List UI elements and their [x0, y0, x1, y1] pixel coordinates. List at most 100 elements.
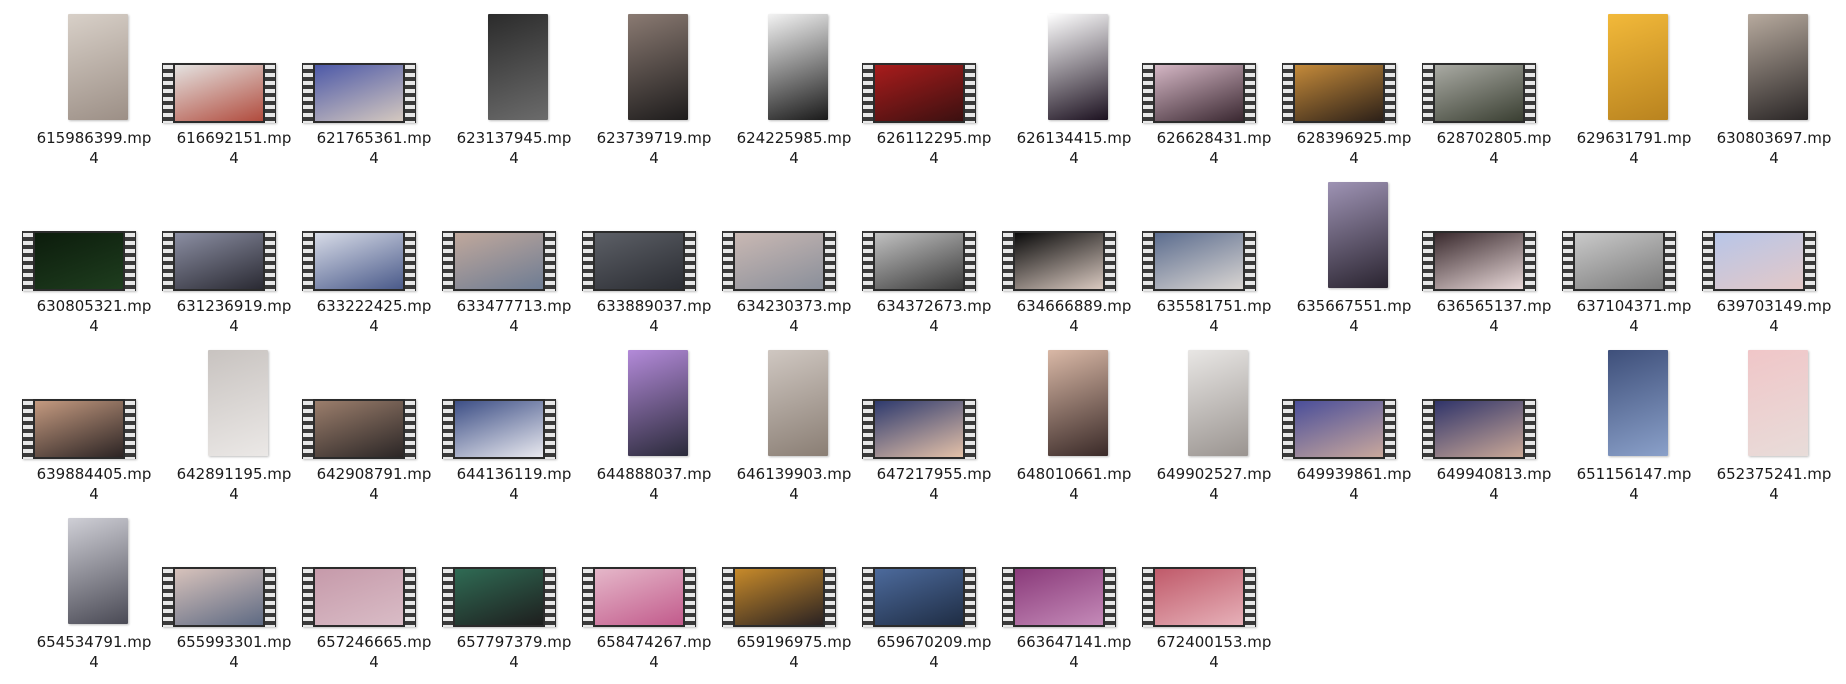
- file-item[interactable]: 623739719.mp 4: [584, 12, 724, 180]
- file-item[interactable]: 659196975.mp 4: [722, 516, 864, 684]
- file-item[interactable]: 634230373.mp 4: [722, 180, 864, 348]
- video-thumbnail[interactable]: [1284, 180, 1424, 292]
- file-item[interactable]: 629631791.mp 4: [1564, 12, 1704, 180]
- video-thumbnail[interactable]: [1144, 348, 1284, 460]
- file-item[interactable]: 623137945.mp 4: [444, 12, 584, 180]
- video-thumbnail[interactable]: [302, 516, 444, 628]
- file-item[interactable]: 635581751.mp 4: [1142, 180, 1284, 348]
- video-frame-image: [35, 401, 123, 457]
- file-item[interactable]: 657246665.mp 4: [302, 516, 444, 684]
- file-item[interactable]: 624225985.mp 4: [724, 12, 864, 180]
- file-item[interactable]: 631236919.mp 4: [162, 180, 304, 348]
- file-item[interactable]: 654534791.mp 4: [24, 516, 164, 684]
- video-thumbnail[interactable]: [302, 180, 444, 292]
- video-thumbnail[interactable]: [1004, 12, 1144, 124]
- file-item[interactable]: 626134415.mp 4: [1004, 12, 1144, 180]
- file-item[interactable]: 657797379.mp 4: [442, 516, 584, 684]
- video-thumbnail[interactable]: [1002, 516, 1144, 628]
- video-thumbnail[interactable]: [862, 12, 1004, 124]
- video-thumbnail[interactable]: [1702, 180, 1844, 292]
- video-thumbnail[interactable]: [722, 516, 864, 628]
- video-thumbnail[interactable]: [1422, 12, 1564, 124]
- video-thumbnail[interactable]: [442, 180, 584, 292]
- video-thumbnail[interactable]: [862, 180, 1004, 292]
- video-thumbnail[interactable]: [24, 12, 164, 124]
- video-thumbnail[interactable]: [1704, 348, 1844, 460]
- file-item[interactable]: 616692151.mp 4: [162, 12, 304, 180]
- file-item[interactable]: 672400153.mp 4: [1142, 516, 1284, 684]
- video-frame-image: [1435, 233, 1523, 289]
- video-thumbnail[interactable]: [22, 348, 164, 460]
- video-thumbnail[interactable]: [1422, 180, 1564, 292]
- file-item[interactable]: 626628431.mp 4: [1142, 12, 1284, 180]
- file-item[interactable]: 647217955.mp 4: [862, 348, 1004, 516]
- video-thumbnail[interactable]: [442, 516, 584, 628]
- file-item[interactable]: 633477713.mp 4: [442, 180, 584, 348]
- file-item[interactable]: 621765361.mp 4: [302, 12, 444, 180]
- file-item[interactable]: 639884405.mp 4: [22, 348, 164, 516]
- video-thumbnail[interactable]: [442, 348, 584, 460]
- file-item[interactable]: 628396925.mp 4: [1282, 12, 1424, 180]
- film-perforation-right: [1245, 231, 1255, 291]
- video-thumbnail[interactable]: [1002, 180, 1144, 292]
- file-item[interactable]: 651156147.mp 4: [1564, 348, 1704, 516]
- file-item[interactable]: 628702805.mp 4: [1422, 12, 1564, 180]
- video-thumbnail[interactable]: [1564, 348, 1704, 460]
- file-item[interactable]: 649902527.mp 4: [1144, 348, 1284, 516]
- video-thumbnail[interactable]: [584, 12, 724, 124]
- video-thumbnail[interactable]: [1282, 348, 1424, 460]
- video-thumbnail[interactable]: [162, 516, 304, 628]
- file-item[interactable]: 626112295.mp 4: [862, 12, 1004, 180]
- video-thumbnail[interactable]: [724, 12, 864, 124]
- video-thumbnail[interactable]: [444, 12, 584, 124]
- file-item[interactable]: 644888037.mp 4: [584, 348, 724, 516]
- file-item[interactable]: 639703149.mp 4: [1702, 180, 1844, 348]
- video-thumbnail[interactable]: [1564, 12, 1704, 124]
- file-item[interactable]: 644136119.mp 4: [442, 348, 584, 516]
- file-item[interactable]: 636565137.mp 4: [1422, 180, 1564, 348]
- video-thumbnail[interactable]: [1422, 348, 1564, 460]
- video-thumbnail[interactable]: [22, 180, 164, 292]
- video-thumbnail[interactable]: [584, 348, 724, 460]
- video-thumbnail[interactable]: [724, 348, 864, 460]
- file-item[interactable]: 634666889.mp 4: [1002, 180, 1144, 348]
- file-item[interactable]: 658474267.mp 4: [582, 516, 724, 684]
- file-item[interactable]: 655993301.mp 4: [162, 516, 304, 684]
- video-thumbnail[interactable]: [722, 180, 864, 292]
- file-item[interactable]: 630803697.mp 4: [1704, 12, 1844, 180]
- video-thumbnail[interactable]: [1562, 180, 1704, 292]
- video-thumbnail[interactable]: [1142, 516, 1284, 628]
- video-thumbnail[interactable]: [1282, 12, 1424, 124]
- video-thumbnail[interactable]: [1142, 12, 1284, 124]
- video-thumbnail[interactable]: [1142, 180, 1284, 292]
- video-thumbnail[interactable]: [164, 348, 304, 460]
- file-item[interactable]: 648010661.mp 4: [1004, 348, 1144, 516]
- file-item[interactable]: 646139903.mp 4: [724, 348, 864, 516]
- file-item[interactable]: 649940813.mp 4: [1422, 348, 1564, 516]
- video-thumbnail[interactable]: [582, 180, 724, 292]
- file-item[interactable]: 615986399.mp 4: [24, 12, 164, 180]
- video-thumbnail[interactable]: [302, 12, 444, 124]
- video-thumbnail[interactable]: [582, 516, 724, 628]
- video-thumbnail[interactable]: [162, 180, 304, 292]
- video-thumbnail[interactable]: [162, 12, 304, 124]
- file-item[interactable]: 652375241.mp 4: [1704, 348, 1844, 516]
- file-item[interactable]: 633889037.mp 4: [582, 180, 724, 348]
- video-frame-image: [875, 401, 963, 457]
- video-thumbnail[interactable]: [862, 516, 1004, 628]
- file-item[interactable]: 642908791.mp 4: [302, 348, 444, 516]
- file-item[interactable]: 637104371.mp 4: [1562, 180, 1704, 348]
- video-thumbnail[interactable]: [1004, 348, 1144, 460]
- video-thumbnail[interactable]: [1704, 12, 1844, 124]
- file-item[interactable]: 635667551.mp 4: [1284, 180, 1424, 348]
- video-thumbnail[interactable]: [862, 348, 1004, 460]
- file-item[interactable]: 642891195.mp 4: [164, 348, 304, 516]
- file-item[interactable]: 634372673.mp 4: [862, 180, 1004, 348]
- file-item[interactable]: 663647141.mp 4: [1002, 516, 1144, 684]
- file-item[interactable]: 659670209.mp 4: [862, 516, 1004, 684]
- file-item[interactable]: 649939861.mp 4: [1282, 348, 1424, 516]
- file-item[interactable]: 630805321.mp 4: [22, 180, 164, 348]
- video-thumbnail[interactable]: [24, 516, 164, 628]
- file-item[interactable]: 633222425.mp 4: [302, 180, 444, 348]
- video-thumbnail[interactable]: [302, 348, 444, 460]
